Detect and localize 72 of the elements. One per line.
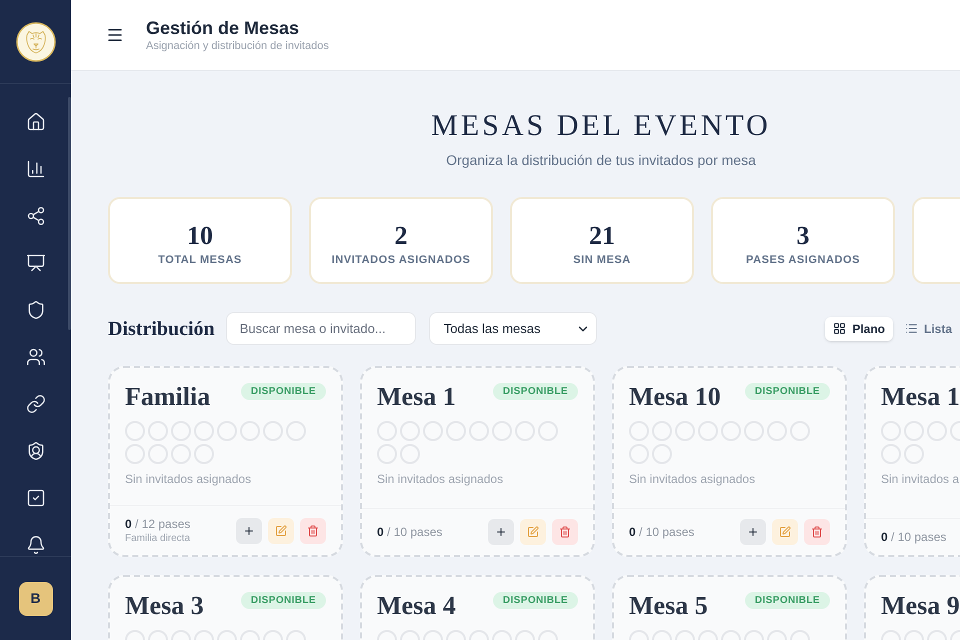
empty-seats-text: Sin invitados asignados bbox=[377, 471, 504, 487]
scrollbar-thumb[interactable] bbox=[68, 97, 71, 330]
status-badge: DISPONIBLE bbox=[492, 383, 578, 400]
plus-icon bbox=[495, 526, 507, 538]
status-badge: DISPONIBLE bbox=[744, 383, 830, 400]
table-name: Mesa 4 bbox=[377, 591, 456, 621]
view-toggle-tab[interactable]: Plano bbox=[825, 316, 893, 340]
plus-icon bbox=[747, 526, 759, 538]
stat-value: 3 bbox=[796, 222, 810, 250]
pass-count: 0 / 10 pases bbox=[881, 529, 946, 545]
table-name: Mesa 1 bbox=[881, 382, 960, 412]
grid-icon bbox=[833, 322, 846, 335]
shield-icon bbox=[26, 300, 46, 320]
table-name: Familia bbox=[125, 382, 210, 412]
trash-icon bbox=[811, 526, 823, 538]
section-heading: MESAS DEL EVENTO bbox=[430, 111, 772, 141]
status-badge: DISPONIBLE bbox=[744, 592, 830, 609]
bell-icon bbox=[26, 535, 46, 555]
menu-button[interactable] bbox=[106, 26, 124, 44]
user-avatar[interactable]: B bbox=[18, 582, 52, 616]
pencil-square-icon bbox=[779, 526, 791, 538]
trash-icon bbox=[559, 526, 571, 538]
search-field[interactable]: Buscar mesa o invitado... bbox=[226, 312, 416, 345]
status-badge: DISPONIBLE bbox=[240, 592, 326, 609]
stat-value: 21 bbox=[589, 222, 615, 250]
status-badge: DISPONIBLE bbox=[240, 383, 326, 400]
link-icon bbox=[26, 394, 46, 414]
stat-label: SIN MESA bbox=[573, 252, 631, 268]
menu-icon bbox=[106, 26, 124, 44]
stat-label: PASES ASIGNADOS bbox=[746, 252, 860, 268]
section-subheading: Organiza la distribución de tus invitados por mesa bbox=[445, 151, 757, 170]
stat-value: 10 bbox=[187, 222, 213, 250]
page-subtitle: Asignación y distribución de invitados bbox=[146, 39, 329, 53]
distribution-title: Distribución bbox=[108, 316, 215, 340]
add-guest-button[interactable] bbox=[236, 518, 262, 544]
share-icon bbox=[26, 206, 46, 226]
page-title: Gestión de Mesas bbox=[146, 17, 300, 39]
table-name: Mesa 3 bbox=[125, 591, 204, 621]
delete-button[interactable] bbox=[300, 518, 326, 544]
table-name: Mesa 9 bbox=[881, 591, 960, 621]
bar-chart-icon bbox=[26, 159, 46, 179]
users-icon bbox=[26, 347, 46, 367]
view-toggle-tab[interactable]: Lista bbox=[896, 316, 960, 340]
stat-label: INVITADOS ASIGNADOS bbox=[332, 252, 470, 268]
table-name: Mesa 10 bbox=[629, 382, 721, 412]
table-filter-select[interactable]: Todas las mesas bbox=[428, 312, 597, 345]
pass-count: 0 / 12 pases bbox=[125, 516, 190, 532]
pass-count: 0 / 10 pases bbox=[377, 524, 442, 540]
trash-icon bbox=[307, 524, 319, 536]
checkbox-icon bbox=[26, 488, 46, 508]
table-name: Mesa 1 bbox=[377, 382, 456, 412]
home-icon bbox=[26, 112, 46, 132]
delete-button[interactable] bbox=[804, 519, 830, 545]
add-guest-button[interactable] bbox=[740, 519, 766, 545]
stat-label: TOTAL MESAS bbox=[158, 252, 242, 268]
table-name: Mesa 5 bbox=[629, 591, 708, 621]
add-guest-button[interactable] bbox=[488, 519, 514, 545]
stat-value: 2 bbox=[394, 222, 408, 250]
empty-seats-text: Sin invitados asignados bbox=[629, 471, 756, 487]
pencil-square-icon bbox=[527, 526, 539, 538]
empty-seats-text: Sin invitados a bbox=[881, 471, 960, 487]
animal-head-logo bbox=[16, 22, 56, 62]
presentation-icon bbox=[26, 253, 46, 273]
plus-icon bbox=[243, 524, 255, 536]
list-icon bbox=[904, 322, 918, 335]
delete-button[interactable] bbox=[552, 519, 578, 545]
shield-user-icon bbox=[26, 441, 46, 461]
table-note: Familia directa bbox=[125, 532, 190, 545]
pencil-square-icon bbox=[275, 524, 287, 536]
pass-count: 0 / 10 pases bbox=[629, 524, 694, 540]
empty-seats-text: Sin invitados asignados bbox=[125, 471, 252, 487]
status-badge: DISPONIBLE bbox=[492, 592, 578, 609]
